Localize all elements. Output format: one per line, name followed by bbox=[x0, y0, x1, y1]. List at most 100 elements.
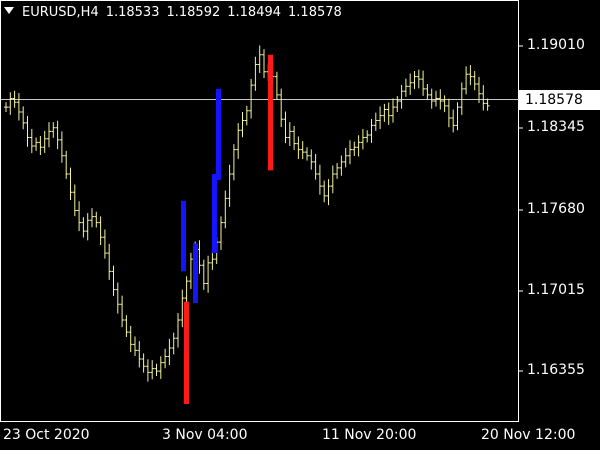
ohlc-bar bbox=[158, 356, 163, 379]
ohlc-bar bbox=[249, 78, 254, 119]
ohlc-bar bbox=[68, 167, 73, 201]
symbol-label: EURUSD,H4 bbox=[22, 5, 99, 20]
ohlc-bar bbox=[81, 217, 86, 238]
ohlc-bar bbox=[481, 85, 486, 111]
ohlc-bar bbox=[184, 276, 189, 303]
ohlc-bar bbox=[171, 332, 176, 355]
ohlc-bar bbox=[464, 66, 469, 95]
ohlc-bar bbox=[412, 71, 417, 90]
bull-signal-bar bbox=[193, 243, 198, 303]
ohlc-bar bbox=[468, 64, 473, 86]
ohlc-bar bbox=[257, 45, 262, 74]
ohlc-bar bbox=[313, 154, 318, 180]
ohlc-bar bbox=[274, 71, 279, 100]
y-axis-label: 1.19010 bbox=[527, 37, 585, 53]
ohlc-bar bbox=[416, 69, 421, 89]
ohlc-bar bbox=[455, 102, 460, 131]
ohlc-bar bbox=[98, 216, 103, 246]
ohlc-bar bbox=[115, 282, 120, 314]
bear-signal-bar bbox=[184, 301, 189, 404]
low-value: 1.18494 bbox=[227, 5, 282, 20]
ohlc-bar bbox=[176, 312, 180, 348]
ohlc-bar bbox=[287, 122, 292, 147]
ohlc-bar bbox=[16, 92, 21, 121]
ohlc-bar bbox=[253, 56, 258, 91]
ohlc-bar bbox=[429, 88, 434, 109]
ohlc-bar bbox=[47, 122, 51, 148]
ohlc-bar bbox=[107, 243, 112, 280]
ohlc-bar bbox=[472, 71, 477, 91]
ohlc-bar bbox=[451, 109, 456, 133]
ohlc-bar bbox=[42, 130, 47, 153]
ohlc-bar bbox=[90, 208, 94, 228]
ohlc-bar bbox=[8, 92, 13, 115]
y-axis-label: 1.17680 bbox=[527, 201, 585, 217]
ohlc-bar bbox=[128, 325, 133, 353]
ohlc-bar bbox=[77, 201, 82, 232]
ohlc-bar bbox=[206, 255, 211, 293]
ohlc-bar bbox=[197, 240, 202, 274]
ohlc-bar bbox=[279, 88, 284, 128]
y-axis-label: 1.16355 bbox=[527, 362, 585, 378]
ohlc-bar bbox=[133, 336, 137, 357]
ohlc-bar bbox=[72, 184, 77, 217]
ohlc-bar bbox=[317, 164, 322, 195]
ohlc-bar bbox=[29, 128, 34, 154]
ohlc-bar bbox=[369, 118, 374, 143]
bull-signal-bar bbox=[216, 88, 221, 181]
ohlc-bar bbox=[227, 164, 232, 207]
ohlc-bar bbox=[201, 259, 206, 290]
dropdown-triangle-icon[interactable] bbox=[4, 7, 14, 14]
ohlc-bar bbox=[163, 348, 168, 369]
ohlc-bar bbox=[373, 112, 378, 131]
ohlc-bar bbox=[378, 106, 383, 129]
ohlc-bar bbox=[102, 229, 107, 259]
current-price-tag: 1.18578 bbox=[519, 90, 600, 110]
ohlc-bar bbox=[330, 165, 335, 194]
ohlc-bar bbox=[244, 105, 249, 126]
ohlc-bar bbox=[167, 338, 172, 366]
x-axis-label: 11 Nov 20:00 bbox=[322, 427, 417, 443]
ohlc-bar bbox=[300, 141, 305, 160]
price-chart[interactable] bbox=[0, 0, 600, 450]
signal-bars bbox=[181, 54, 273, 404]
ohlc-bar bbox=[343, 147, 348, 168]
ohlc-bar bbox=[51, 122, 56, 138]
ohlc-bar bbox=[141, 353, 146, 373]
ohlc-bar bbox=[446, 98, 451, 128]
ohlc-bar bbox=[64, 150, 69, 179]
ohlc-bar bbox=[59, 131, 64, 163]
ohlc-bar bbox=[4, 102, 8, 112]
ohlc-bar bbox=[21, 106, 26, 130]
ohlc-bar bbox=[111, 265, 116, 296]
close-value: 1.18578 bbox=[288, 5, 342, 20]
ohlc-bar bbox=[94, 211, 99, 228]
ohlc-bar bbox=[309, 149, 314, 170]
ohlc-bar bbox=[399, 84, 404, 109]
high-value: 1.18592 bbox=[166, 5, 221, 20]
ohlc-bar bbox=[236, 123, 241, 159]
ohlc-bar bbox=[85, 213, 90, 241]
ohlc-bar bbox=[425, 83, 430, 100]
y-axis-label: 1.18345 bbox=[527, 119, 585, 135]
ohlc-bar bbox=[219, 216, 223, 250]
x-axis-label: 23 Oct 2020 bbox=[3, 427, 90, 443]
ohlc-bar bbox=[120, 295, 125, 328]
ohlc-bar bbox=[322, 180, 327, 203]
chart-window[interactable]: EURUSD,H4 1.18533 1.18592 1.18494 1.18578 1.… bbox=[0, 0, 600, 450]
ohlc-bar bbox=[145, 359, 150, 382]
ohlc-bar bbox=[223, 190, 228, 229]
ohlc-bar bbox=[326, 179, 331, 206]
bull-signal-bar bbox=[181, 200, 186, 272]
ohlc-bar bbox=[210, 250, 215, 270]
ohlc-bar bbox=[305, 147, 309, 161]
ohlc-bar bbox=[408, 73, 413, 95]
bear-signal-bar bbox=[268, 54, 273, 171]
ohlc-bar bbox=[231, 144, 236, 181]
ohlc-bar bbox=[442, 95, 447, 113]
ohlc-bar bbox=[240, 111, 245, 138]
y-axis-label: 1.17015 bbox=[527, 282, 585, 298]
ohlc-bar bbox=[188, 252, 193, 289]
ohlc-bar bbox=[459, 82, 464, 115]
ohlc-bars bbox=[4, 45, 490, 382]
